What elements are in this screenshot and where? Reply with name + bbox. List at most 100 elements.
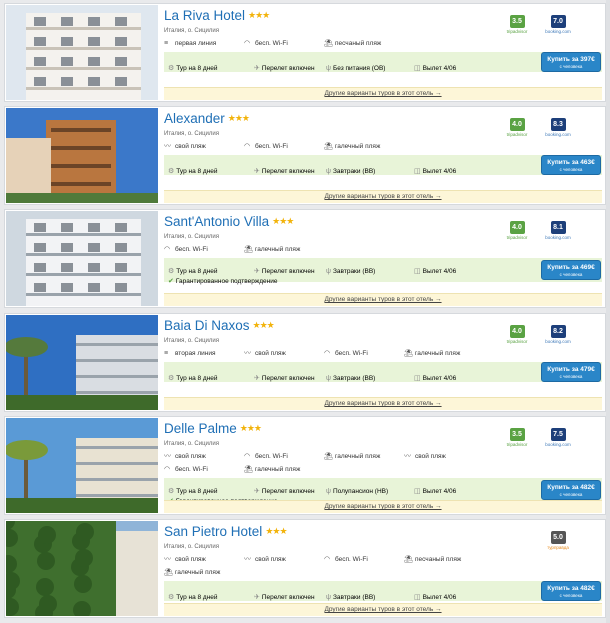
feature-label: галечный пляж — [335, 453, 381, 460]
feature-icon: ⛱ — [324, 40, 333, 47]
feature-item: ◠ бесп. Wi-Fi — [324, 347, 404, 360]
hotel-name-text[interactable]: La Riva Hotel — [164, 8, 245, 23]
buy-button[interactable]: Купить за 482€ с человека — [541, 581, 601, 601]
tour-detail: ψ Без питания (OB) — [326, 57, 385, 75]
rating-ta[interactable]: 4.0 tripadvisor — [502, 216, 532, 240]
buy-price: Купить за 469€ — [547, 264, 595, 271]
hotel-name-text[interactable]: San Pietro Hotel — [164, 524, 262, 539]
feature-icon: ◠ — [324, 556, 331, 563]
buy-button[interactable]: Купить за 463€ с человека — [541, 155, 601, 175]
tour-detail-label: Перелет включен — [261, 594, 315, 601]
feature-icon: ⛱ — [244, 466, 253, 473]
more-tours-text[interactable]: Другие варианты туров в этот отель → — [324, 193, 441, 200]
hotel-name[interactable]: Sant'Antonio Villa ★★★ — [164, 214, 294, 229]
tour-summary: ⚙ Тур на 8 дней ✈ Перелет включен ψ Завтраки … — [164, 258, 602, 285]
more-tours-text[interactable]: Другие варианты туров в этот отель → — [324, 606, 441, 613]
feature-item: 〰 свой пляж — [244, 347, 324, 360]
more-tours-text[interactable]: Другие варианты туров в этот отель → — [324, 90, 441, 97]
feature-icon: ⛱ — [244, 246, 253, 253]
tour-detail-icon: ψ — [326, 168, 331, 175]
hotel-name[interactable]: San Pietro Hotel ★★★ — [164, 524, 288, 539]
rating-ta[interactable]: 3.5 tripadvisor — [502, 423, 532, 447]
hotel-photo[interactable] — [6, 5, 158, 100]
feature-label: бесп. Wi-Fi — [335, 556, 368, 563]
more-tours-link[interactable]: Другие варианты туров в этот отель → — [164, 603, 602, 616]
hotel-name[interactable]: Alexander ★★★ — [164, 111, 250, 126]
more-tours-link[interactable]: Другие варианты туров в этот отель → — [164, 500, 602, 513]
feature-icon: 〰 — [164, 143, 171, 150]
tour-detail-icon: ⚙ — [168, 594, 175, 601]
tour-detail: ψ Завтраки (BB) — [326, 367, 375, 385]
feature-item: ≡ первая линия — [164, 37, 244, 50]
rating-score: 4.0 — [509, 221, 525, 234]
buy-button[interactable]: Купить за 482€ с человека — [541, 480, 601, 500]
buy-price: Купить за 397€ — [547, 56, 595, 63]
tour-detail: ψ Завтраки (BB) — [326, 160, 375, 178]
feature-item: ⛱ песчаный пляж — [324, 37, 404, 50]
rating-ta[interactable]: 3.5 tripadvisor — [502, 10, 532, 34]
feature-label: свой пляж — [175, 556, 206, 563]
rating-ta[interactable]: 4.0 tripadvisor — [502, 113, 532, 137]
more-tours-link[interactable]: Другие варианты туров в этот отель → — [164, 397, 602, 410]
feature-item: ◠ бесп. Wi-Fi — [164, 463, 244, 476]
hotel-location: Италия, о. Сицилия — [164, 234, 220, 240]
feature-icon: 〰 — [404, 453, 411, 460]
tour-summary: ⚙ Тур на 8 дней ✈ Перелет включен ψ Завтраки … — [164, 581, 602, 601]
feature-icon: ⛱ — [324, 143, 333, 150]
tour-detail-label: Перелет включен — [261, 168, 315, 175]
hotel-name-text[interactable]: Sant'Antonio Villa — [164, 214, 269, 229]
rating-bk[interactable]: 8.1 booking.com — [543, 216, 573, 240]
hotel-name-text[interactable]: Baia Di Naxos — [164, 318, 250, 333]
rating-ta[interactable]: 4.0 tripadvisor — [502, 320, 532, 344]
rating-bk[interactable]: 7.0 booking.com — [543, 10, 573, 34]
more-tours-link[interactable]: Другие варианты туров в этот отель → — [164, 87, 602, 100]
feature-icon: ⛱ — [164, 569, 173, 576]
hotel-card: Delle Palme ★★★ Италия, о. Сицилия 〰 свой пл… — [4, 416, 606, 515]
feature-icon: ≡ — [164, 40, 169, 47]
more-tours-text[interactable]: Другие варианты туров в этот отель → — [324, 503, 441, 510]
hotel-photo[interactable] — [6, 211, 158, 306]
rating-bk[interactable]: 7.5 booking.com — [543, 423, 573, 447]
hotel-card: La Riva Hotel ★★★ Италия, о. Сицилия ≡ перва… — [4, 3, 606, 102]
rating-source: tripadvisor — [506, 442, 528, 447]
rating-source: турправда — [547, 545, 569, 550]
feature-icon: ≡ — [164, 350, 169, 357]
feature-label: свой пляж — [175, 453, 206, 460]
tour-detail: ✈ Перелет включен — [254, 586, 315, 604]
tour-detail-icon: ◫ — [414, 168, 421, 175]
feature-label: галечный пляж — [415, 350, 461, 357]
hotel-name-text[interactable]: Alexander — [164, 111, 225, 126]
buy-button[interactable]: Купить за 469€ с человека — [541, 260, 601, 280]
rating-bk[interactable]: 8.3 booking.com — [543, 113, 573, 137]
feature-icon: ⛱ — [404, 556, 413, 563]
more-tours-text[interactable]: Другие варианты туров в этот отель → — [324, 296, 441, 303]
hotel-photo[interactable] — [6, 108, 158, 203]
hotel-name[interactable]: La Riva Hotel ★★★ — [164, 8, 270, 23]
tour-detail-icon: ◫ — [414, 375, 421, 382]
hotel-photo[interactable] — [6, 418, 158, 513]
rating-tp[interactable]: 5.0 турправда — [543, 526, 573, 550]
tour-detail: ✈ Перелет включен — [254, 160, 315, 178]
hotel-photo[interactable] — [6, 521, 158, 616]
hotel-photo[interactable] — [6, 315, 158, 410]
hotel-card: Sant'Antonio Villa ★★★ Италия, о. Сицилия ◠… — [4, 209, 606, 308]
more-tours-link[interactable]: Другие варианты туров в этот отель → — [164, 293, 602, 306]
tour-detail-label: Без питания (OB) — [333, 65, 386, 72]
more-tours-text[interactable]: Другие варианты туров в этот отель → — [324, 400, 441, 407]
scrollbar[interactable] — [606, 0, 610, 623]
feature-label: бесп. Wi-Fi — [175, 466, 208, 473]
hotel-name-text[interactable]: Delle Palme — [164, 421, 237, 436]
rating-bk[interactable]: 8.2 booking.com — [543, 320, 573, 344]
buy-price: Купить за 482€ — [547, 585, 595, 592]
feature-icon: ⛱ — [404, 350, 413, 357]
hotel-card: San Pietro Hotel ★★★ Италия, о. Сицилия 〰 св… — [4, 519, 606, 618]
star-rating-icon: ★★★ — [265, 526, 287, 536]
hotel-name[interactable]: Baia Di Naxos ★★★ — [164, 318, 275, 333]
buy-button[interactable]: Купить за 397€ с человека — [541, 52, 601, 72]
more-tours-link[interactable]: Другие варианты туров в этот отель → — [164, 190, 602, 203]
buy-button[interactable]: Купить за 479€ с человека — [541, 362, 601, 382]
hotel-name[interactable]: Delle Palme ★★★ — [164, 421, 262, 436]
tour-detail-label: Вылет 4/06 — [422, 268, 457, 275]
feature-label: вторая линия — [175, 350, 216, 357]
rating-source: tripadvisor — [506, 235, 528, 240]
